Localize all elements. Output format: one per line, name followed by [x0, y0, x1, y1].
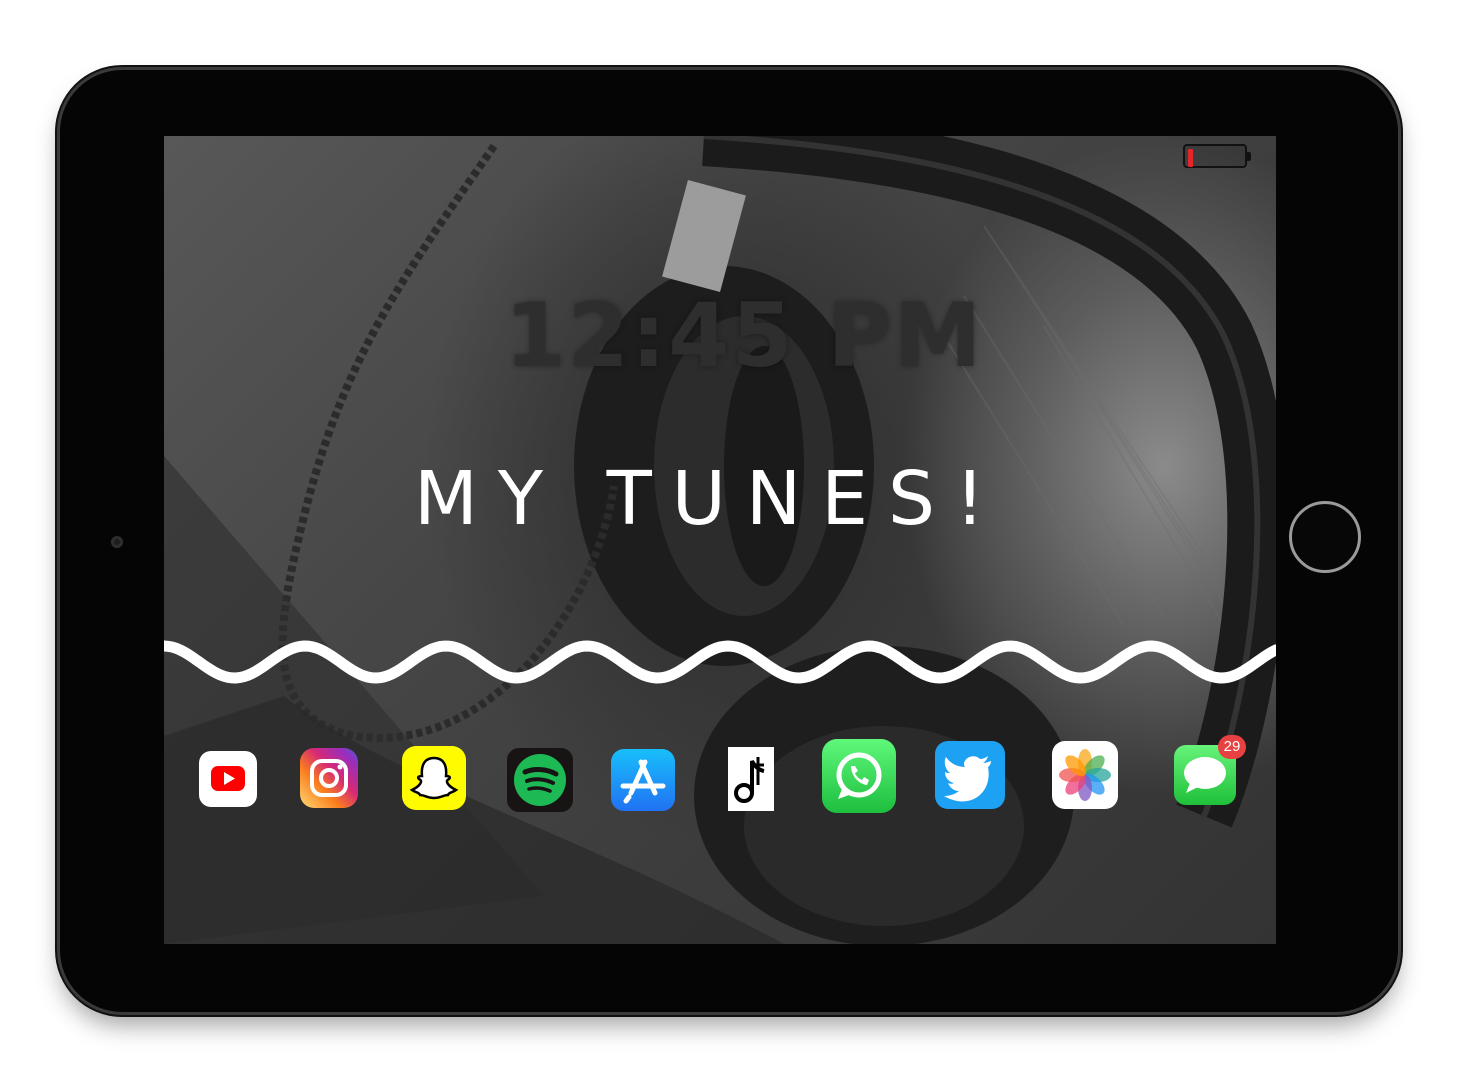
front-camera — [111, 536, 123, 548]
youtube-icon — [199, 751, 257, 807]
instagram-icon — [300, 748, 358, 808]
battery-tip — [1247, 152, 1251, 161]
twitter-icon — [935, 741, 1005, 809]
snapchat-icon — [402, 746, 466, 810]
dock-app-whatsapp[interactable] — [822, 739, 896, 813]
tiktok-icon — [728, 747, 774, 811]
photos-icon — [1052, 741, 1118, 809]
battery-level — [1188, 149, 1193, 167]
lock-screen: 12:45 PM MY TUNES! 29 — [164, 136, 1276, 944]
lock-screen-clock: 12:45 PM — [504, 284, 984, 387]
dock-app-youtube[interactable] — [199, 751, 257, 807]
battery-indicator — [1183, 144, 1251, 170]
spotify-icon — [507, 748, 573, 812]
notification-badge: 29 — [1218, 735, 1246, 759]
app-store-icon — [611, 749, 675, 811]
headline-text: MY TUNES! — [414, 456, 1005, 542]
dock-app-messages[interactable]: 29 — [1174, 735, 1246, 805]
dock-app-tiktok[interactable] — [728, 747, 774, 811]
whatsapp-icon — [822, 739, 896, 813]
dock-app-twitter[interactable] — [935, 741, 1005, 809]
dock-app-snapchat[interactable] — [402, 746, 466, 810]
wave-divider — [164, 640, 1276, 684]
dock-app-app-store[interactable] — [611, 749, 675, 811]
battery-body — [1183, 144, 1247, 168]
dock-app-instagram[interactable] — [300, 748, 358, 808]
dock-app-photos[interactable] — [1052, 741, 1118, 809]
home-button[interactable] — [1289, 501, 1361, 573]
dock-app-spotify[interactable] — [507, 748, 573, 812]
